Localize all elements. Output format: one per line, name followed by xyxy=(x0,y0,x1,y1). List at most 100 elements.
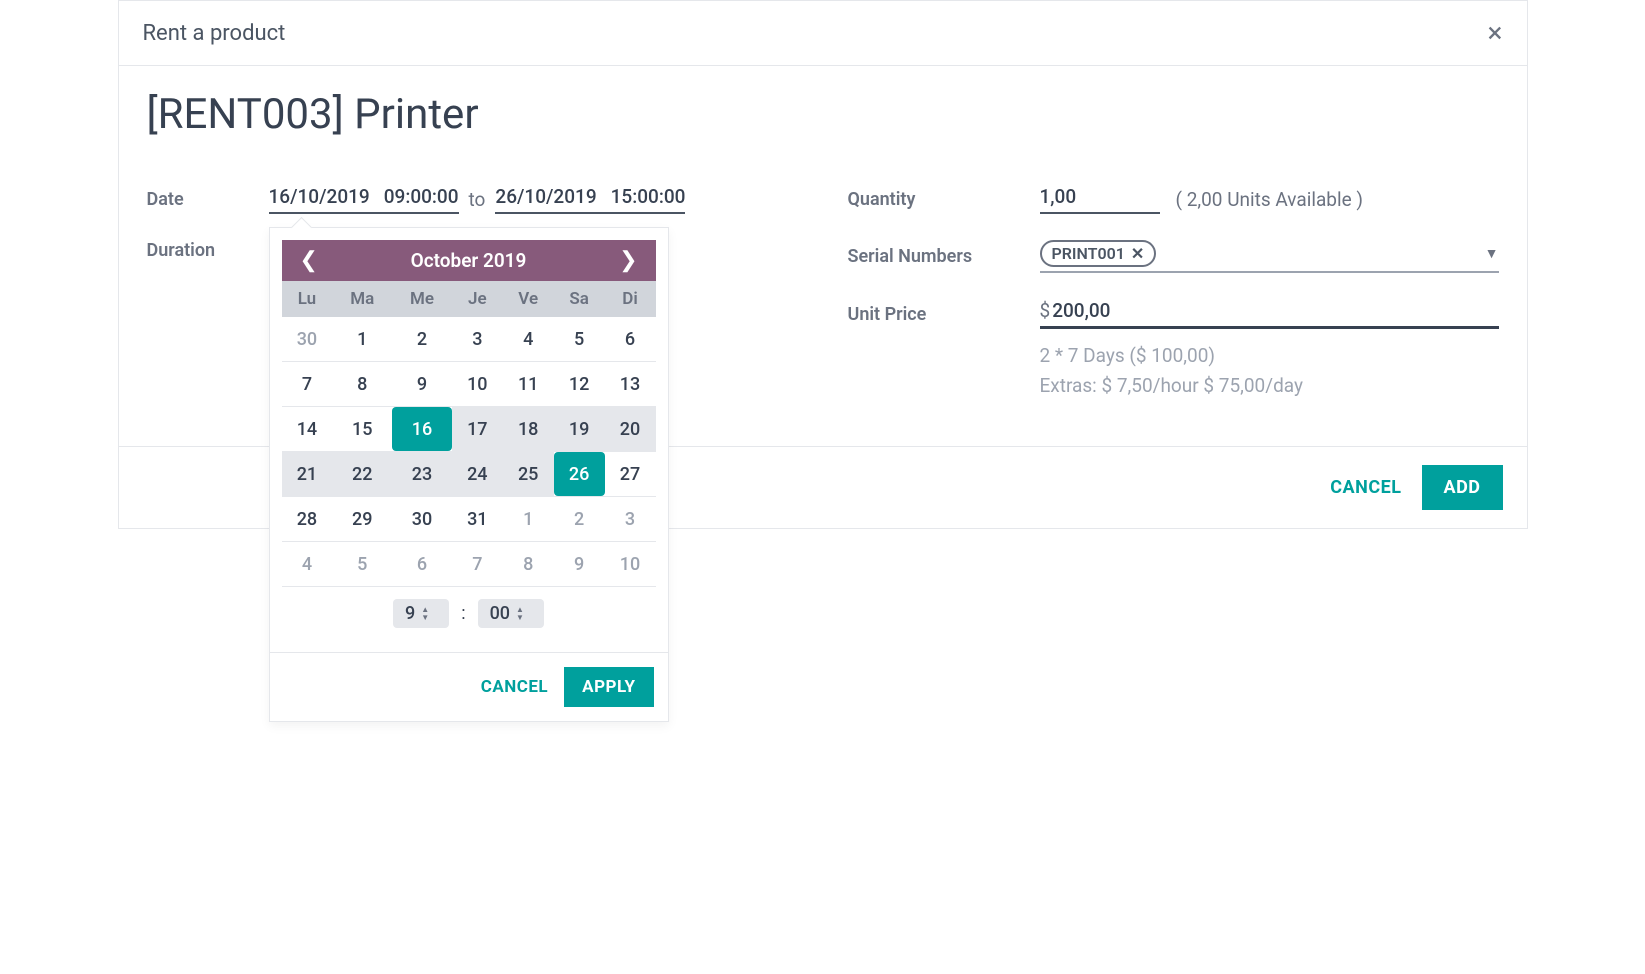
calendar-day[interactable]: 3 xyxy=(452,317,503,361)
unit-price-value: 200,00 xyxy=(1052,299,1110,322)
date-to-field[interactable]: 26/10/2019 15:00:00 xyxy=(495,185,685,214)
calendar-day[interactable]: 30 xyxy=(392,497,452,541)
serial-row: Serial Numbers PRINT001 ✕ ▼ xyxy=(848,240,1499,273)
quantity-label: Quantity xyxy=(848,189,1040,210)
date-from-field[interactable]: 16/10/2019 09:00:00 xyxy=(269,185,459,214)
calendar-day[interactable]: 1 xyxy=(332,317,392,361)
calendar-day[interactable]: 5 xyxy=(554,317,605,361)
calendar-day[interactable]: 1 xyxy=(503,497,554,541)
quantity-input[interactable]: 1,00 xyxy=(1040,185,1160,214)
spinner-arrows-icon: ▲▼ xyxy=(421,606,429,622)
form-grid: Date 16/10/2019 09:00:00 to 26/10/2019 1… xyxy=(147,185,1499,402)
calendar-footer: CANCEL APPLY xyxy=(270,652,668,721)
calendar-day[interactable]: 5 xyxy=(332,542,392,586)
calendar-day[interactable]: 6 xyxy=(392,542,452,586)
calendar-day[interactable]: 10 xyxy=(452,362,503,406)
calendar-day[interactable]: 24 xyxy=(452,452,503,496)
calendar-grid: LuMaMeJeVeSaDi 3012345678910111213141516… xyxy=(282,281,656,587)
calendar-day[interactable]: 19 xyxy=(554,407,605,451)
calendar-popover: ❮ October 2019 ❯ LuMaMeJeVeSaDi 30123456… xyxy=(269,227,669,722)
cancel-button[interactable]: CANCEL xyxy=(1330,477,1401,498)
calendar-day[interactable]: 11 xyxy=(503,362,554,406)
serial-tag-label: PRINT001 xyxy=(1052,244,1125,263)
price-breakdown-line2: Extras: $ 7,50/hour $ 75,00/day xyxy=(1040,371,1499,401)
date-row: Date 16/10/2019 09:00:00 to 26/10/2019 1… xyxy=(147,185,798,214)
hour-value: 9 xyxy=(405,603,415,624)
calendar-day[interactable]: 6 xyxy=(605,317,656,361)
calendar-cancel-button[interactable]: CANCEL xyxy=(481,677,548,697)
calendar-day[interactable]: 12 xyxy=(554,362,605,406)
calendar-day[interactable]: 16 xyxy=(392,407,452,451)
calendar-dow-header: Me xyxy=(392,281,452,317)
calendar-day[interactable]: 27 xyxy=(605,452,656,496)
date-to-time: 15:00:00 xyxy=(611,185,686,208)
calendar-day[interactable]: 30 xyxy=(282,317,333,361)
serial-input[interactable]: PRINT001 ✕ ▼ xyxy=(1040,240,1499,273)
unit-price-label: Unit Price xyxy=(848,304,1040,325)
product-title: [RENT003] Printer xyxy=(147,90,1499,139)
caret-down-icon[interactable]: ▼ xyxy=(1485,245,1499,262)
calendar-day[interactable]: 29 xyxy=(332,497,392,541)
calendar-day[interactable]: 14 xyxy=(282,407,333,451)
serial-label: Serial Numbers xyxy=(848,246,1040,267)
form-left-column: Date 16/10/2019 09:00:00 to 26/10/2019 1… xyxy=(147,185,798,402)
hour-spinner[interactable]: 9 ▲▼ xyxy=(393,599,449,628)
unit-price-row: Unit Price $ 200,00 xyxy=(848,299,1499,329)
form-right-column: Quantity 1,00 ( 2,00 Units Available ) S… xyxy=(848,185,1499,402)
calendar-day[interactable]: 31 xyxy=(452,497,503,541)
calendar-prev-button[interactable]: ❮ xyxy=(294,248,324,273)
price-breakdown: 2 * 7 Days ($ 100,00) Extras: $ 7,50/hou… xyxy=(1040,341,1499,402)
calendar-day[interactable]: 22 xyxy=(332,452,392,496)
calendar-dow-header: Di xyxy=(605,281,656,317)
calendar-day[interactable]: 15 xyxy=(332,407,392,451)
calendar-day[interactable]: 25 xyxy=(503,452,554,496)
calendar-day[interactable]: 2 xyxy=(392,317,452,361)
serial-tag[interactable]: PRINT001 ✕ xyxy=(1040,240,1157,267)
calendar-dow-header: Sa xyxy=(554,281,605,317)
calendar-day[interactable]: 7 xyxy=(452,542,503,586)
calendar-apply-button[interactable]: APPLY xyxy=(564,667,653,707)
calendar-day[interactable]: 20 xyxy=(605,407,656,451)
duration-label: Duration xyxy=(147,240,269,261)
calendar-dow-header: Je xyxy=(452,281,503,317)
calendar-dow-header: Ma xyxy=(332,281,392,317)
quantity-row: Quantity 1,00 ( 2,00 Units Available ) xyxy=(848,185,1499,214)
modal-header: Rent a product × xyxy=(119,1,1527,66)
calendar-day[interactable]: 17 xyxy=(452,407,503,451)
calendar-day[interactable]: 4 xyxy=(282,542,333,586)
currency-symbol: $ xyxy=(1040,299,1051,322)
close-button[interactable]: × xyxy=(1488,19,1503,47)
tag-remove-icon[interactable]: ✕ xyxy=(1131,244,1144,263)
unit-price-input[interactable]: $ 200,00 xyxy=(1040,299,1499,329)
modal-title: Rent a product xyxy=(143,21,286,46)
calendar-day[interactable]: 2 xyxy=(554,497,605,541)
date-from-time: 09:00:00 xyxy=(384,185,459,208)
calendar-day[interactable]: 8 xyxy=(332,362,392,406)
calendar-day[interactable]: 26 xyxy=(554,452,605,496)
availability-text: ( 2,00 Units Available ) xyxy=(1176,188,1363,211)
calendar-day[interactable]: 13 xyxy=(605,362,656,406)
time-colon: : xyxy=(461,603,465,624)
calendar-dow-header: Lu xyxy=(282,281,333,317)
calendar-dow-header: Ve xyxy=(503,281,554,317)
calendar-month-label[interactable]: October 2019 xyxy=(411,249,527,272)
calendar-day[interactable]: 3 xyxy=(605,497,656,541)
calendar-day[interactable]: 7 xyxy=(282,362,333,406)
calendar-day[interactable]: 8 xyxy=(503,542,554,586)
minute-spinner[interactable]: 00 ▲▼ xyxy=(478,599,544,628)
add-button[interactable]: ADD xyxy=(1422,465,1503,510)
calendar-day[interactable]: 23 xyxy=(392,452,452,496)
calendar-day[interactable]: 18 xyxy=(503,407,554,451)
rent-product-modal: Rent a product × [RENT003] Printer Date … xyxy=(118,0,1528,529)
minute-value: 00 xyxy=(490,603,510,624)
calendar-day[interactable]: 9 xyxy=(554,542,605,586)
calendar-day[interactable]: 21 xyxy=(282,452,333,496)
date-to-text: to xyxy=(469,188,486,211)
calendar-next-button[interactable]: ❯ xyxy=(613,248,643,273)
calendar-day[interactable]: 10 xyxy=(605,542,656,586)
modal-body: [RENT003] Printer Date 16/10/2019 09:00:… xyxy=(119,66,1527,446)
calendar-day[interactable]: 28 xyxy=(282,497,333,541)
calendar-day[interactable]: 4 xyxy=(503,317,554,361)
calendar-day[interactable]: 9 xyxy=(392,362,452,406)
date-from-date: 16/10/2019 xyxy=(269,185,370,208)
